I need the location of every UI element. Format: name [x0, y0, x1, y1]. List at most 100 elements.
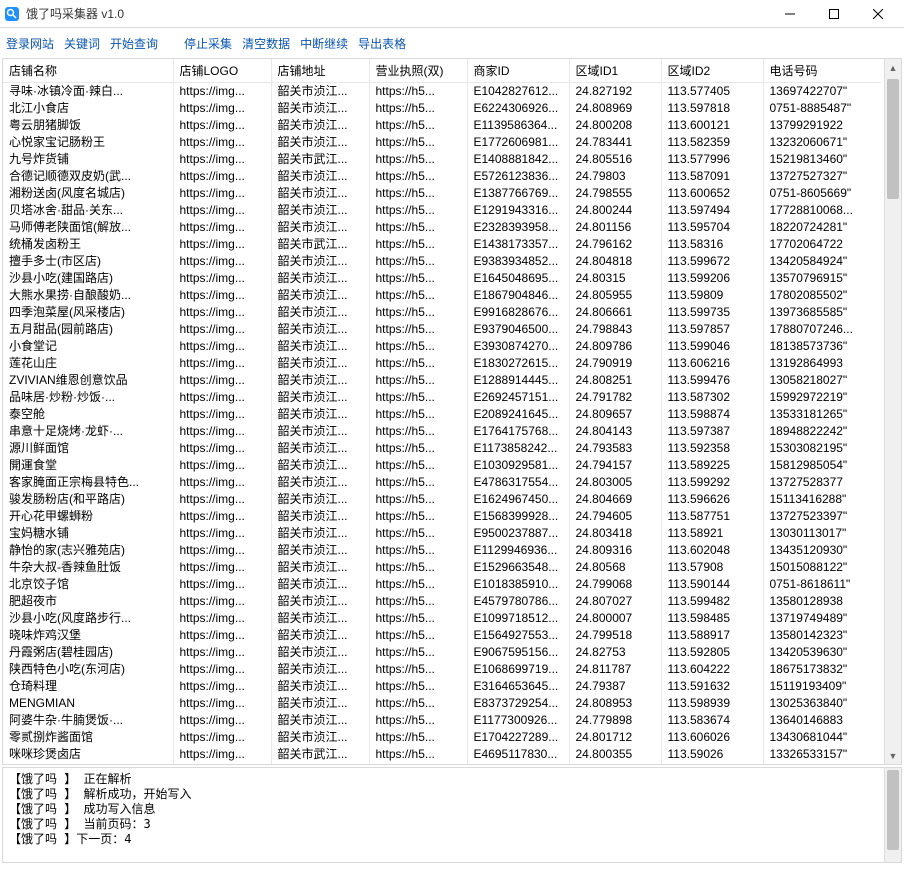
- table-row[interactable]: 咪咪珍煲卤店https://img...韶关市武江...https://h5..…: [3, 746, 881, 763]
- col-header[interactable]: 电话号码: [763, 59, 881, 83]
- table-cell: 沙县小吃(建国路店): [3, 270, 173, 287]
- table-cell: https://img...: [173, 372, 271, 389]
- table-row[interactable]: MENGMIANhttps://img...韶关市浈江...https://h5…: [3, 695, 881, 712]
- col-header[interactable]: 区域ID2: [661, 59, 763, 83]
- col-header[interactable]: 商家ID: [467, 59, 569, 83]
- table-row[interactable]: 兰州拉面(惠民南路店)https://img...韶关市浈江...https:/…: [3, 763, 881, 765]
- table-cell: E1204208190...: [467, 763, 569, 765]
- table-cell: 113.587091: [661, 168, 763, 185]
- table-row[interactable]: 粤云朋猪脚饭https://img...韶关市浈江...https://h5..…: [3, 117, 881, 134]
- table-cell: E1764175768...: [467, 423, 569, 440]
- scroll-down-icon[interactable]: ▼: [885, 747, 901, 764]
- table-row[interactable]: 擅手多士(市区店)https://img...韶关市浈江...https://h…: [3, 253, 881, 270]
- table-cell: 13420539630": [763, 644, 881, 661]
- table-row[interactable]: 马师傅老陕面馆(解放...https://img...韶关市浈江...https…: [3, 219, 881, 236]
- table-cell: 24.793583: [569, 440, 661, 457]
- table-cell: E1018385910...: [467, 576, 569, 593]
- clear-data-button[interactable]: 清空数据: [242, 35, 290, 52]
- table-row[interactable]: 開運食堂https://img...韶关市浈江...https://h5...E…: [3, 457, 881, 474]
- table-row[interactable]: 泰空舱https://img...韶关市浈江...https://h5...E2…: [3, 406, 881, 423]
- table-row[interactable]: 沙县小吃(风度路步行...https://img...韶关市浈江...https…: [3, 610, 881, 627]
- resume-button[interactable]: 中断继续: [300, 35, 348, 52]
- table-cell: 24.800244: [569, 202, 661, 219]
- table-row[interactable]: 统桶发卤粉王https://img...韶关市武江...https://h5..…: [3, 236, 881, 253]
- table-row[interactable]: 小食堂记https://img...韶关市浈江...https://h5...E…: [3, 338, 881, 355]
- table-scrollbar[interactable]: ▲ ▼: [884, 59, 901, 764]
- table-row[interactable]: 品味居·炒粉·炒饭·...https://img...韶关市浈江...https…: [3, 389, 881, 406]
- table-row[interactable]: 合德记顺德双皮奶(武...https://img...韶关市浈江...https…: [3, 168, 881, 185]
- table-row[interactable]: 四季泡菜屋(风采楼店)https://img...韶关市浈江...https:/…: [3, 304, 881, 321]
- table-row[interactable]: 客家腌面正宗梅县特色...https://img...韶关市浈江...https…: [3, 474, 881, 491]
- table-row[interactable]: 九号炸货铺https://img...韶关市武江...https://h5...…: [3, 151, 881, 168]
- table-cell: https://h5...: [369, 474, 467, 491]
- table-row[interactable]: 宝妈糖水铺https://img...韶关市浈江...https://h5...…: [3, 525, 881, 542]
- table-row[interactable]: 沙县小吃(建国路店)https://img...韶关市浈江...https://…: [3, 270, 881, 287]
- table-cell: 113.599292: [661, 474, 763, 491]
- table-row[interactable]: 零贰捌炸酱面馆https://img...韶关市浈江...https://h5.…: [3, 729, 881, 746]
- table-row[interactable]: 大熊水果捞·自酿酸奶...https://img...韶关市浈江...https…: [3, 287, 881, 304]
- log-scrollbar[interactable]: [884, 768, 901, 862]
- table-row[interactable]: 开心花甲螺蛳粉https://img...韶关市浈江...https://h5.…: [3, 508, 881, 525]
- start-query-button[interactable]: 开始查询: [110, 35, 158, 52]
- col-header[interactable]: 区域ID1: [569, 59, 661, 83]
- table-row[interactable]: 北江小食店https://img...韶关市浈江...https://h5...…: [3, 100, 881, 117]
- table-cell: 24.811787: [569, 661, 661, 678]
- table-cell: E1387766769...: [467, 185, 569, 202]
- table-cell: 113.577405: [661, 83, 763, 100]
- table-row[interactable]: 牛杂大叔-香辣鱼肚饭https://img...韶关市浈江...https://…: [3, 559, 881, 576]
- table-cell: 113.602048: [661, 542, 763, 559]
- table-cell: 24.783441: [569, 134, 661, 151]
- login-button[interactable]: 登录网站: [6, 35, 54, 52]
- table-row[interactable]: 莲花山庄https://img...韶关市浈江...https://h5...E…: [3, 355, 881, 372]
- table-row[interactable]: ZVIVIAN维恩创意饮品https://img...韶关市浈江...https…: [3, 372, 881, 389]
- table-row[interactable]: 丹霞粥店(碧桂园店)https://img...韶关市浈江...https://…: [3, 644, 881, 661]
- data-table[interactable]: 店铺名称店铺LOGO店铺地址营业执照(双)商家ID区域ID1区域ID2电话号码 …: [3, 59, 881, 764]
- table-row[interactable]: 源川鲜面馆https://img...韶关市浈江...https://h5...…: [3, 440, 881, 457]
- table-cell: 串意十足烧烤·龙虾·...: [3, 423, 173, 440]
- col-header[interactable]: 店铺LOGO: [173, 59, 271, 83]
- minimize-button[interactable]: [768, 0, 812, 28]
- col-header[interactable]: 营业执照(双): [369, 59, 467, 83]
- table-cell: https://h5...: [369, 695, 467, 712]
- table-row[interactable]: 湘粉送卤(风度名城店)https://img...韶关市浈江...https:/…: [3, 185, 881, 202]
- table-cell: E4579780786...: [467, 593, 569, 610]
- table-row[interactable]: 心悦家宝记肠粉王https://img...韶关市浈江...https://h5…: [3, 134, 881, 151]
- maximize-button[interactable]: [812, 0, 856, 28]
- table-cell: 13192864993: [763, 355, 881, 372]
- log-line: 【饿了吗 】 当前页码：3: [9, 817, 879, 832]
- table-cell: 113.587751: [661, 508, 763, 525]
- table-row[interactable]: 陕西特色小吃(东河店)https://img...韶关市浈江...https:/…: [3, 661, 881, 678]
- scroll-thumb[interactable]: [887, 79, 899, 199]
- table-row[interactable]: 串意十足烧烤·龙虾·...https://img...韶关市浈江...https…: [3, 423, 881, 440]
- col-header[interactable]: 店铺地址: [271, 59, 369, 83]
- keyword-button[interactable]: 关键词: [64, 35, 100, 52]
- table-cell: 24.79387: [569, 678, 661, 695]
- col-header[interactable]: 店铺名称: [3, 59, 173, 83]
- stop-collect-button[interactable]: 停止采集: [184, 35, 232, 52]
- table-cell: 宝妈糖水铺: [3, 525, 173, 542]
- table-row[interactable]: 静怡的家(志兴雅苑店)https://img...韶关市浈江...https:/…: [3, 542, 881, 559]
- scroll-up-icon[interactable]: ▲: [885, 59, 901, 76]
- table-cell: 18675173832": [763, 661, 881, 678]
- toolbar: 登录网站 关键词 开始查询 停止采集 清空数据 中断继续 导出表格: [0, 28, 904, 56]
- export-button[interactable]: 导出表格: [358, 35, 406, 52]
- table-row[interactable]: 肥超夜市https://img...韶关市浈江...https://h5...E…: [3, 593, 881, 610]
- table-row[interactable]: 贝塔冰舍·甜品·关东...https://img...韶关市浈江...https…: [3, 202, 881, 219]
- table-cell: 韶关市浈江...: [271, 389, 369, 406]
- table-cell: 113.590144: [661, 576, 763, 593]
- table-row[interactable]: 五月甜品(园前路店)https://img...韶关市浈江...https://…: [3, 321, 881, 338]
- table-row[interactable]: 仓琦料理https://img...韶关市浈江...https://h5...E…: [3, 678, 881, 695]
- table-row[interactable]: 骏发肠粉店(和平路店)https://img...韶关市浈江...https:/…: [3, 491, 881, 508]
- close-button[interactable]: [856, 0, 900, 28]
- log-line: 【饿了吗 】 正在解析: [9, 772, 879, 787]
- table-row[interactable]: 阿婆牛杂·牛腩煲饭·...https://img...韶关市浈江...https…: [3, 712, 881, 729]
- table-cell: 113.577996: [661, 151, 763, 168]
- table-row[interactable]: 北京饺子馆https://img...韶关市浈江...https://h5...…: [3, 576, 881, 593]
- log-scroll-thumb[interactable]: [887, 770, 899, 850]
- table-cell: 113.595704: [661, 219, 763, 236]
- table-cell: 擅手多士(市区店): [3, 253, 173, 270]
- table-cell: E2692457151...: [467, 389, 569, 406]
- table-cell: 统桶发卤粉王: [3, 236, 173, 253]
- table-row[interactable]: 寻味·冰镇冷面·辣白...https://img...韶关市浈江...https…: [3, 83, 881, 100]
- table-row[interactable]: 晓味炸鸡汉堡https://img...韶关市浈江...https://h5..…: [3, 627, 881, 644]
